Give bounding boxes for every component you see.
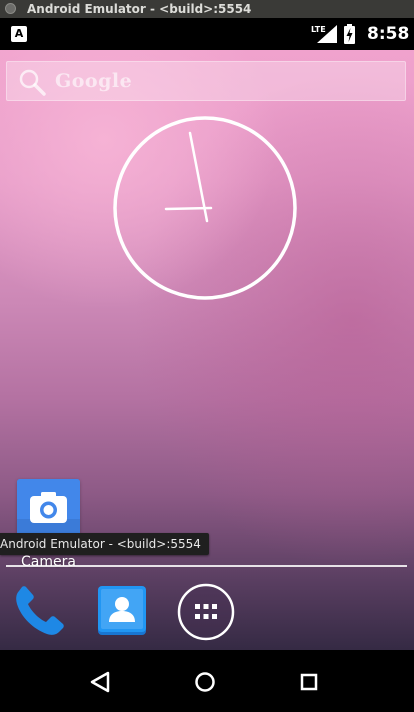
- notification-icon: A: [11, 26, 27, 42]
- navigation-bar: [0, 650, 414, 708]
- window-tooltip: Android Emulator - <build>:5554: [0, 533, 209, 555]
- magnifier-icon: [18, 68, 46, 96]
- google-search-bar[interactable]: Google: [6, 61, 406, 101]
- window-close-button[interactable]: [5, 3, 16, 14]
- clock-hour-hand: [164, 206, 213, 211]
- home-icon: [195, 672, 215, 692]
- dock-divider: [6, 565, 407, 567]
- app-drawer-icon: [177, 583, 235, 641]
- contacts-app-icon[interactable]: [95, 584, 149, 638]
- network-label: LTE: [311, 25, 326, 34]
- recents-button[interactable]: [279, 650, 339, 708]
- window-title: Android Emulator - <build>:5554: [27, 2, 252, 16]
- phone-app-icon[interactable]: [11, 585, 65, 639]
- analog-clock-widget[interactable]: [112, 116, 298, 302]
- recents-icon: [300, 673, 318, 691]
- app-drawer-button[interactable]: [177, 583, 235, 641]
- phone-icon: [16, 586, 64, 635]
- back-icon: [90, 671, 110, 693]
- home-screen[interactable]: Google Android Emulator - <build>:5554 C…: [0, 50, 414, 650]
- search-placeholder: Google: [55, 70, 133, 92]
- emulator-title-bar: Android Emulator - <build>:5554: [0, 0, 414, 18]
- camera-app-label: Camera: [21, 554, 76, 570]
- battery-charging-icon: [344, 24, 355, 44]
- status-bar: A LTE 8:58: [0, 18, 414, 50]
- home-button[interactable]: [175, 650, 235, 708]
- signal-icon: LTE: [311, 24, 339, 48]
- back-button[interactable]: [70, 650, 130, 708]
- status-clock: 8:58: [367, 24, 410, 44]
- contacts-icon: [98, 586, 146, 635]
